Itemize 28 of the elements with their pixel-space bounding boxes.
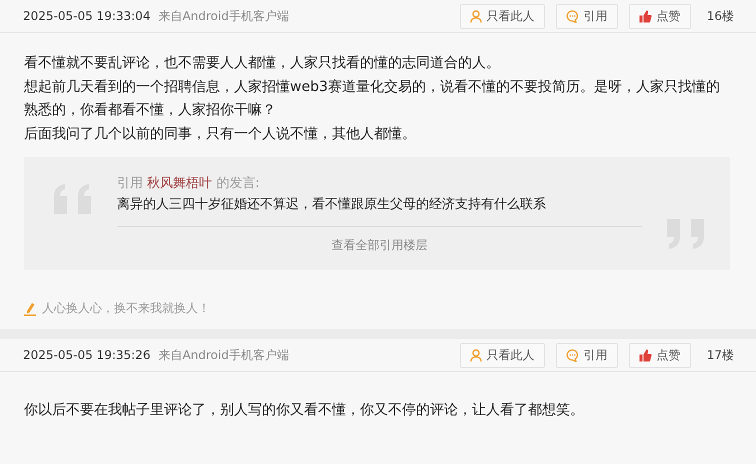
post-source: 来自Android手机客户端 (158, 346, 289, 364)
post-paragraph: 你以后不要在我帖子里评论了，别人写的你又看不懂，你又不停的评论，让人看了都想笑。 (24, 401, 585, 420)
only-this-user-button[interactable]: 只看此人 (460, 4, 545, 28)
quoted-author-link[interactable]: 秋风舞梧叶 (147, 176, 212, 191)
like-button[interactable]: 点赞 (628, 342, 691, 368)
post-paragraph: 想起前几天看到的一个招聘信息，人家招懂web3赛道量化交易的，说看不懂的不要投简历。是呀，人家只找懂的熟悉的，你看都看不懂，人家招你干嘛？ (24, 78, 721, 120)
person-icon (470, 10, 482, 22)
quoted-text: 离异的人三四十岁征婚还不算迟，看不懂跟原生父母的经济支持有什么联系 (117, 196, 547, 214)
chat-bubble-icon (566, 348, 579, 362)
pencil-icon (24, 302, 36, 316)
quote-prefix: 引用 (117, 176, 143, 191)
quote-button[interactable]: 引用 (556, 342, 618, 368)
floor-number: 16楼 (706, 8, 734, 24)
floor-number: 17楼 (706, 346, 734, 364)
post-source: 来自Android手机客户端 (158, 8, 289, 24)
thumbs-up-icon (638, 10, 652, 22)
quote-button[interactable]: 引用 (556, 4, 618, 28)
post-paragraph: 后面我问了几个以前的同事，只有一个人说不懂，其他人都懂。 (24, 124, 417, 144)
post-time: 2025-05-05 19:33:04 (23, 9, 150, 23)
post-time: 2025-05-05 19:35:26 (23, 348, 150, 362)
like-button[interactable]: 点赞 (628, 4, 691, 28)
post-paragraph: 看不懂就不要乱评论，也不需要人人都懂，人家只找看的懂的志同道合的人。 (24, 54, 501, 73)
person-icon (470, 348, 482, 362)
only-this-user-button[interactable]: 只看此人 (460, 342, 545, 368)
quote-suffix: 的发言: (216, 176, 260, 191)
signature-text: 人心换人心，换不来我就换人！ (42, 300, 210, 317)
thumbs-up-icon (638, 348, 652, 362)
chat-bubble-icon (566, 10, 579, 22)
